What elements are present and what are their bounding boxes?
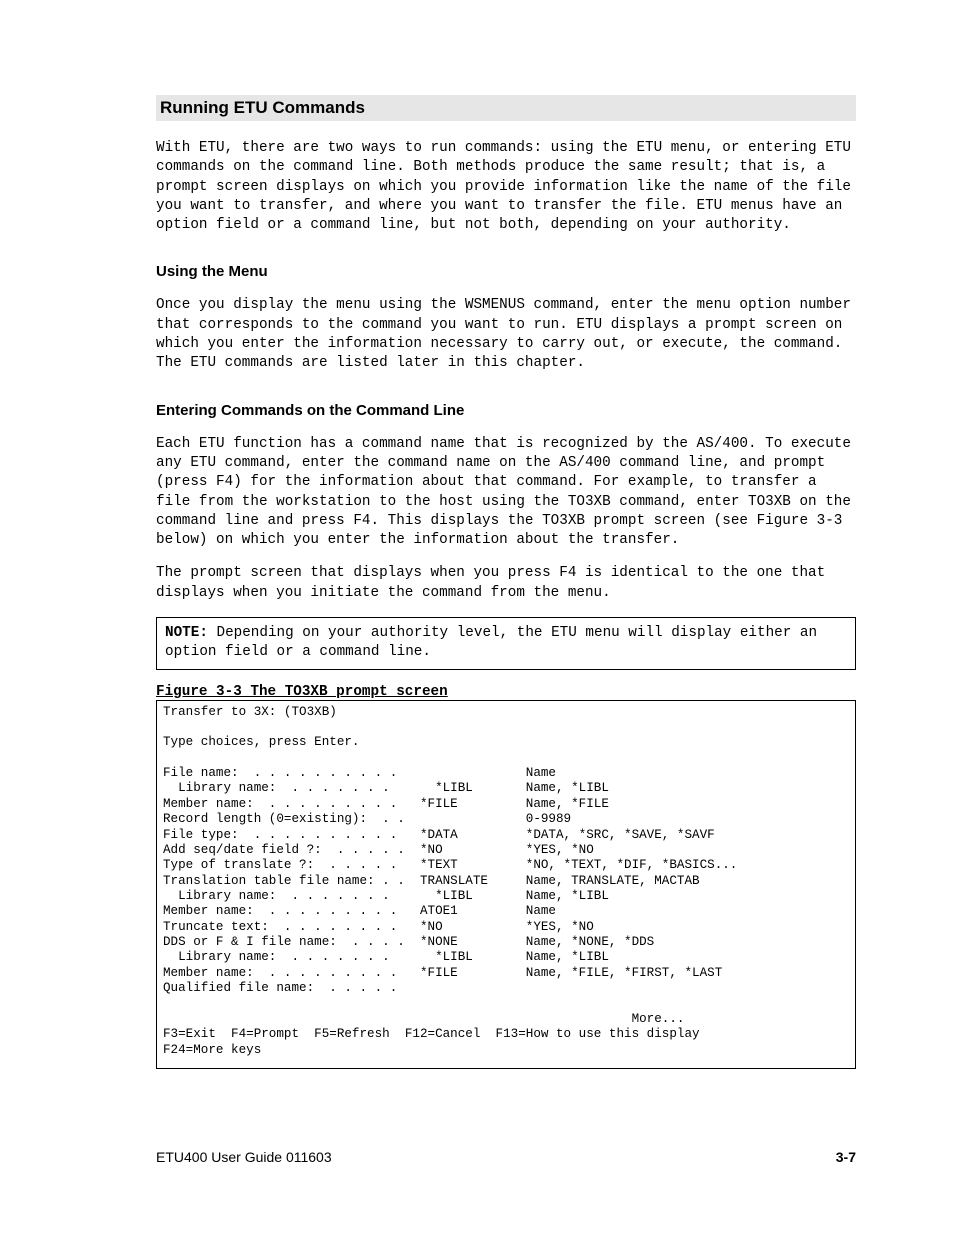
- heading-running-etu-commands: Running ETU Commands: [156, 95, 856, 121]
- footer-page-number: 3-7: [836, 1149, 856, 1165]
- figure-caption: Figure 3-3 The TO3XB prompt screen: [156, 684, 856, 700]
- note-text: Depending on your authority level, the E…: [165, 625, 817, 660]
- paragraph-intro: With ETU, there are two ways to run comm…: [156, 139, 856, 235]
- paragraph-using-menu: Once you display the menu using the WSME…: [156, 296, 856, 373]
- note-box: NOTE: Depending on your authority level,…: [156, 617, 856, 670]
- heading-entering-commands: Entering Commands on the Command Line: [156, 402, 856, 419]
- paragraph-cmd-line-2: The prompt screen that displays when you…: [156, 564, 856, 603]
- note-label: NOTE:: [165, 625, 208, 641]
- terminal-screen: Transfer to 3X: (TO3XB) Type choices, pr…: [156, 700, 856, 1069]
- heading-using-the-menu: Using the Menu: [156, 263, 856, 280]
- terminal-content: Transfer to 3X: (TO3XB) Type choices, pr…: [163, 705, 849, 1058]
- footer-doc-title: ETU400 User Guide 011603: [156, 1149, 332, 1165]
- paragraph-cmd-line-1: Each ETU function has a command name tha…: [156, 435, 856, 551]
